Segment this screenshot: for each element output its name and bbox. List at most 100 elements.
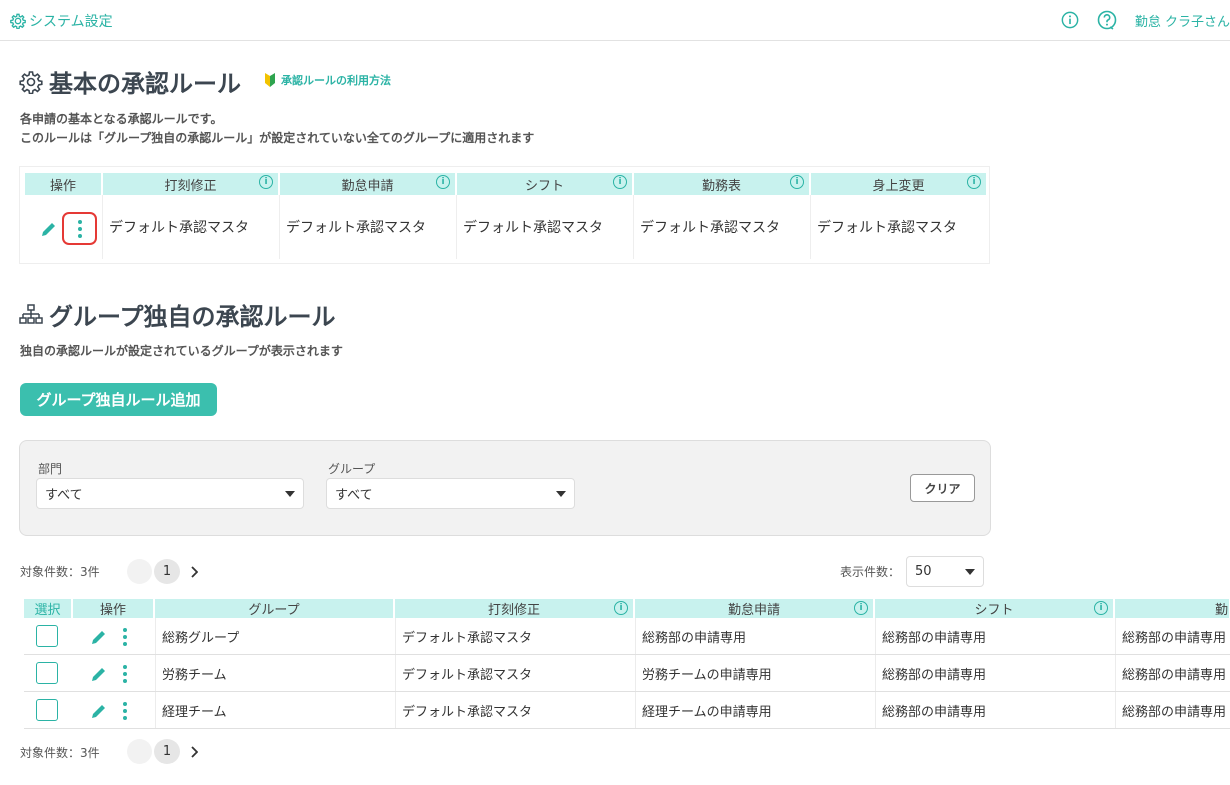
worksheet-cell: 総務部の申請専用 (1115, 655, 1230, 691)
group-rule-description: 独自の承認ルールが設定されているグループが表示されます (20, 344, 343, 358)
stamp-fix-cell: デフォルト承認マスタ (395, 692, 635, 728)
basic-cell-worksheet: デフォルト承認マスタ (633, 195, 810, 259)
row-operations (90, 627, 128, 651)
column-header-operation: 操作 (73, 599, 154, 618)
shift-cell: 総務部の申請専用 (875, 692, 1115, 728)
gear-icon (19, 70, 43, 94)
shift-cell: 総務部の申請専用 (875, 618, 1115, 654)
basic-cell-stamp-fix: デフォルト承認マスタ (102, 195, 279, 259)
group-cell: 総務グループ (155, 618, 395, 654)
column-header-shift: シフト i (875, 599, 1114, 618)
basic-rule-description: 各申請の基本となる承認ルールです。 このルールは「グループ独自の承認ルール」が設… (20, 112, 535, 145)
row-operations (90, 664, 128, 688)
pencil-icon[interactable] (40, 220, 58, 242)
stamp-fix-cell: デフォルト承認マスタ (395, 655, 635, 691)
table-row: 総務グループ デフォルト承認マスタ 総務部の申請専用 総務部の申請専用 総務部の… (24, 618, 1230, 655)
column-header-worksheet: 勤務表 i (634, 173, 809, 195)
add-group-rule-button[interactable]: グループ独自ルール追加 (20, 383, 217, 416)
kebab-icon (77, 219, 82, 238)
pencil-icon[interactable] (90, 665, 108, 687)
column-header-stamp-fix: 打刻修正 i (103, 173, 278, 195)
info-icon[interactable]: i (259, 175, 273, 189)
kebab-icon[interactable] (122, 664, 128, 688)
result-count: 対象件数：3件 (20, 565, 100, 579)
column-header-personal-change: 身上変更 i (811, 173, 986, 195)
help-icon[interactable] (1097, 10, 1117, 30)
column-header-operation: 操作 (25, 173, 101, 195)
worksheet-cell: 総務部の申請専用 (1115, 618, 1230, 654)
basic-cell-personal-change: デフォルト承認マスタ (810, 195, 987, 259)
next-page-button[interactable] (184, 739, 204, 764)
caret-down-icon (556, 491, 566, 497)
next-page-button[interactable] (184, 559, 204, 584)
row-operations (90, 701, 128, 725)
top-bar: システム設定 勤怠 クラ子さん (0, 0, 1230, 41)
column-header-attendance: 勤怠申請 i (635, 599, 874, 618)
group-cell: 労務チーム (155, 655, 395, 691)
info-icon[interactable]: i (436, 175, 450, 189)
page-number[interactable]: 1 (154, 739, 180, 764)
kebab-icon[interactable] (122, 701, 128, 725)
help-link[interactable]: 承認ルールの利用方法 (264, 72, 391, 88)
info-icon[interactable]: i (613, 175, 627, 189)
row-checkbox[interactable] (36, 625, 58, 647)
info-icon[interactable] (1061, 11, 1079, 29)
page-number[interactable]: 1 (154, 559, 180, 584)
basic-rule-table: 操作 打刻修正 i 勤怠申請 i シフト i 勤務表 i 身上変更 i デフォルト承認マス… (19, 166, 990, 264)
caret-down-icon (965, 569, 975, 575)
column-header-group: グループ (155, 599, 394, 618)
kebab-icon[interactable] (122, 627, 128, 651)
column-header-attendance: 勤怠申請 i (280, 173, 455, 195)
pencil-icon[interactable] (90, 628, 108, 650)
info-icon[interactable]: i (790, 175, 804, 189)
stamp-fix-cell: デフォルト承認マスタ (395, 618, 635, 654)
chevron-right-icon (191, 565, 198, 578)
column-header-shift: シフト i (457, 173, 632, 195)
basic-cell-attendance: デフォルト承認マスタ (279, 195, 456, 259)
column-header-stamp-fix: 打刻修正 i (395, 599, 634, 618)
per-page-select[interactable]: 50 (906, 556, 984, 587)
pagination: 1 (127, 559, 204, 584)
org-chart-icon (19, 303, 43, 324)
pencil-icon[interactable] (90, 702, 108, 724)
per-page-label: 表示件数： (840, 565, 901, 579)
info-icon[interactable]: i (614, 601, 628, 615)
app-title-link[interactable]: システム設定 (10, 11, 113, 31)
basic-row-operations (40, 212, 97, 247)
filter-panel: 部門 すべて グループ すべて クリア (19, 440, 991, 536)
column-header-select: 選択 (24, 599, 72, 618)
department-label: 部門 (38, 462, 63, 476)
basic-rule-title: 基本の承認ルール (19, 64, 241, 99)
chevron-right-icon (191, 745, 198, 758)
worksheet-cell: 総務部の申請専用 (1115, 692, 1230, 728)
column-header-worksheet: 勤 (1115, 599, 1230, 618)
group-label: グループ (328, 462, 376, 476)
info-icon[interactable]: i (967, 175, 981, 189)
user-name[interactable]: 勤怠 クラ子さん (1135, 11, 1230, 30)
table-row: 労務チーム デフォルト承認マスタ 労務チームの申請専用 総務部の申請専用 総務部… (24, 655, 1230, 692)
info-icon[interactable]: i (854, 601, 868, 615)
attendance-cell: 労務チームの申請専用 (635, 655, 875, 691)
attendance-cell: 経理チームの申請専用 (635, 692, 875, 728)
prev-page-button[interactable] (127, 559, 152, 584)
group-rule-title: グループ独自の承認ルール (19, 297, 336, 332)
result-count-bottom: 対象件数：3件 (20, 746, 100, 760)
group-select[interactable]: すべて (326, 478, 575, 509)
pagination-bottom: 1 (127, 739, 204, 764)
app-title: システム設定 (29, 14, 113, 30)
row-checkbox[interactable] (36, 699, 58, 721)
gear-icon (10, 13, 26, 29)
basic-cell-shift: デフォルト承認マスタ (456, 195, 633, 259)
department-select[interactable]: すべて (36, 478, 304, 509)
beginner-mark-icon (265, 73, 275, 87)
attendance-cell: 総務部の申請専用 (635, 618, 875, 654)
caret-down-icon (285, 491, 295, 497)
table-row: 経理チーム デフォルト承認マスタ 経理チームの申請専用 総務部の申請専用 総務部… (24, 692, 1230, 729)
prev-page-button[interactable] (127, 739, 152, 764)
row-checkbox[interactable] (36, 662, 58, 684)
group-cell: 経理チーム (155, 692, 395, 728)
more-menu-button[interactable] (62, 212, 97, 245)
shift-cell: 総務部の申請専用 (875, 655, 1115, 691)
clear-button[interactable]: クリア (910, 474, 975, 502)
info-icon[interactable]: i (1094, 601, 1108, 615)
